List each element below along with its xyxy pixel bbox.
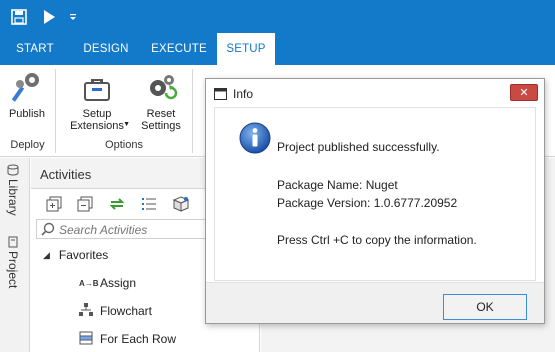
- reset-settings-button[interactable]: Reset Settings: [134, 69, 188, 132]
- group-deploy-label: Deploy: [10, 139, 45, 151]
- copy-hint-text: Press Ctrl +C to copy the information.: [277, 233, 477, 247]
- run-icon[interactable]: [38, 6, 60, 28]
- project-label: Project: [6, 251, 20, 289]
- list-item-label: Assign: [100, 276, 137, 290]
- tab-setup[interactable]: SETUP: [217, 33, 275, 65]
- list-item-label: For Each Row: [100, 332, 177, 346]
- project-icon: [6, 236, 20, 248]
- setup-extensions-button[interactable]: Setup Extensions ▼: [62, 69, 132, 132]
- publish-icon: [3, 69, 51, 105]
- dialog-footer: OK: [206, 282, 544, 323]
- tab-library[interactable]: Library: [6, 164, 20, 216]
- side-panel-tabs: Library Project: [0, 158, 30, 352]
- title-bar: [0, 0, 555, 33]
- activities-title: Activities: [40, 167, 92, 182]
- library-label: Library: [6, 179, 20, 216]
- customize-quick-access-icon[interactable]: [66, 6, 80, 28]
- list-item[interactable]: Flowchart: [79, 300, 152, 322]
- ribbon-divider: [192, 69, 193, 153]
- ok-button[interactable]: OK: [443, 294, 527, 320]
- ribbon-tabs: START DESIGN EXECUTE SETUP: [0, 33, 555, 65]
- reset-gears-icon: [134, 69, 188, 105]
- package-icon[interactable]: [171, 195, 191, 213]
- dialog-titlebar[interactable]: Info ✕: [206, 79, 544, 107]
- refresh-icon[interactable]: [107, 195, 127, 213]
- library-icon: [6, 164, 20, 176]
- tab-execute[interactable]: EXECUTE: [145, 33, 213, 65]
- group-options-label: Options: [105, 139, 143, 151]
- toolbox-icon: [62, 69, 132, 105]
- foreach-row-icon: [79, 331, 97, 348]
- package-version-text: Package Version: 1.0.6777.20952: [277, 196, 458, 210]
- close-button[interactable]: ✕: [510, 84, 538, 101]
- tree-group-favorites[interactable]: ◢ Favorites: [43, 244, 108, 266]
- expand-all-icon[interactable]: [44, 195, 64, 213]
- close-icon: ✕: [519, 87, 529, 99]
- list-item[interactable]: For Each Row: [79, 328, 176, 350]
- publish-button[interactable]: Publish: [3, 69, 51, 120]
- message-text: Project published successfully.: [277, 140, 440, 154]
- list-item[interactable]: A→B Assign: [79, 272, 136, 294]
- info-icon: [239, 122, 271, 159]
- tab-start[interactable]: START: [5, 33, 65, 65]
- flowchart-icon: [79, 302, 97, 320]
- reset-settings-label: Reset Settings: [141, 108, 181, 132]
- assign-icon: A→B: [79, 278, 99, 288]
- info-dialog: Info ✕ Project published successfully. P…: [205, 78, 545, 324]
- favorites-label: Favorites: [58, 248, 109, 262]
- filter-list-icon[interactable]: [139, 195, 159, 213]
- tab-design[interactable]: DESIGN: [73, 33, 139, 65]
- tab-project[interactable]: Project: [6, 236, 20, 288]
- list-item-label: Flowchart: [100, 304, 153, 318]
- collapse-all-icon[interactable]: [75, 195, 95, 213]
- save-icon[interactable]: [8, 6, 30, 28]
- package-name-text: Package Name: Nuget: [277, 178, 398, 192]
- chevron-down-icon: ▼: [123, 121, 130, 128]
- setup-extensions-label: Setup Extensions: [70, 108, 124, 132]
- dialog-body: Project published successfully. Package …: [214, 107, 536, 281]
- publish-label: Publish: [8, 108, 46, 120]
- search-icon: [41, 222, 55, 241]
- window-icon: [214, 87, 227, 105]
- dialog-title: Info: [233, 87, 254, 101]
- expand-arrow-icon[interactable]: ◢: [43, 250, 50, 261]
